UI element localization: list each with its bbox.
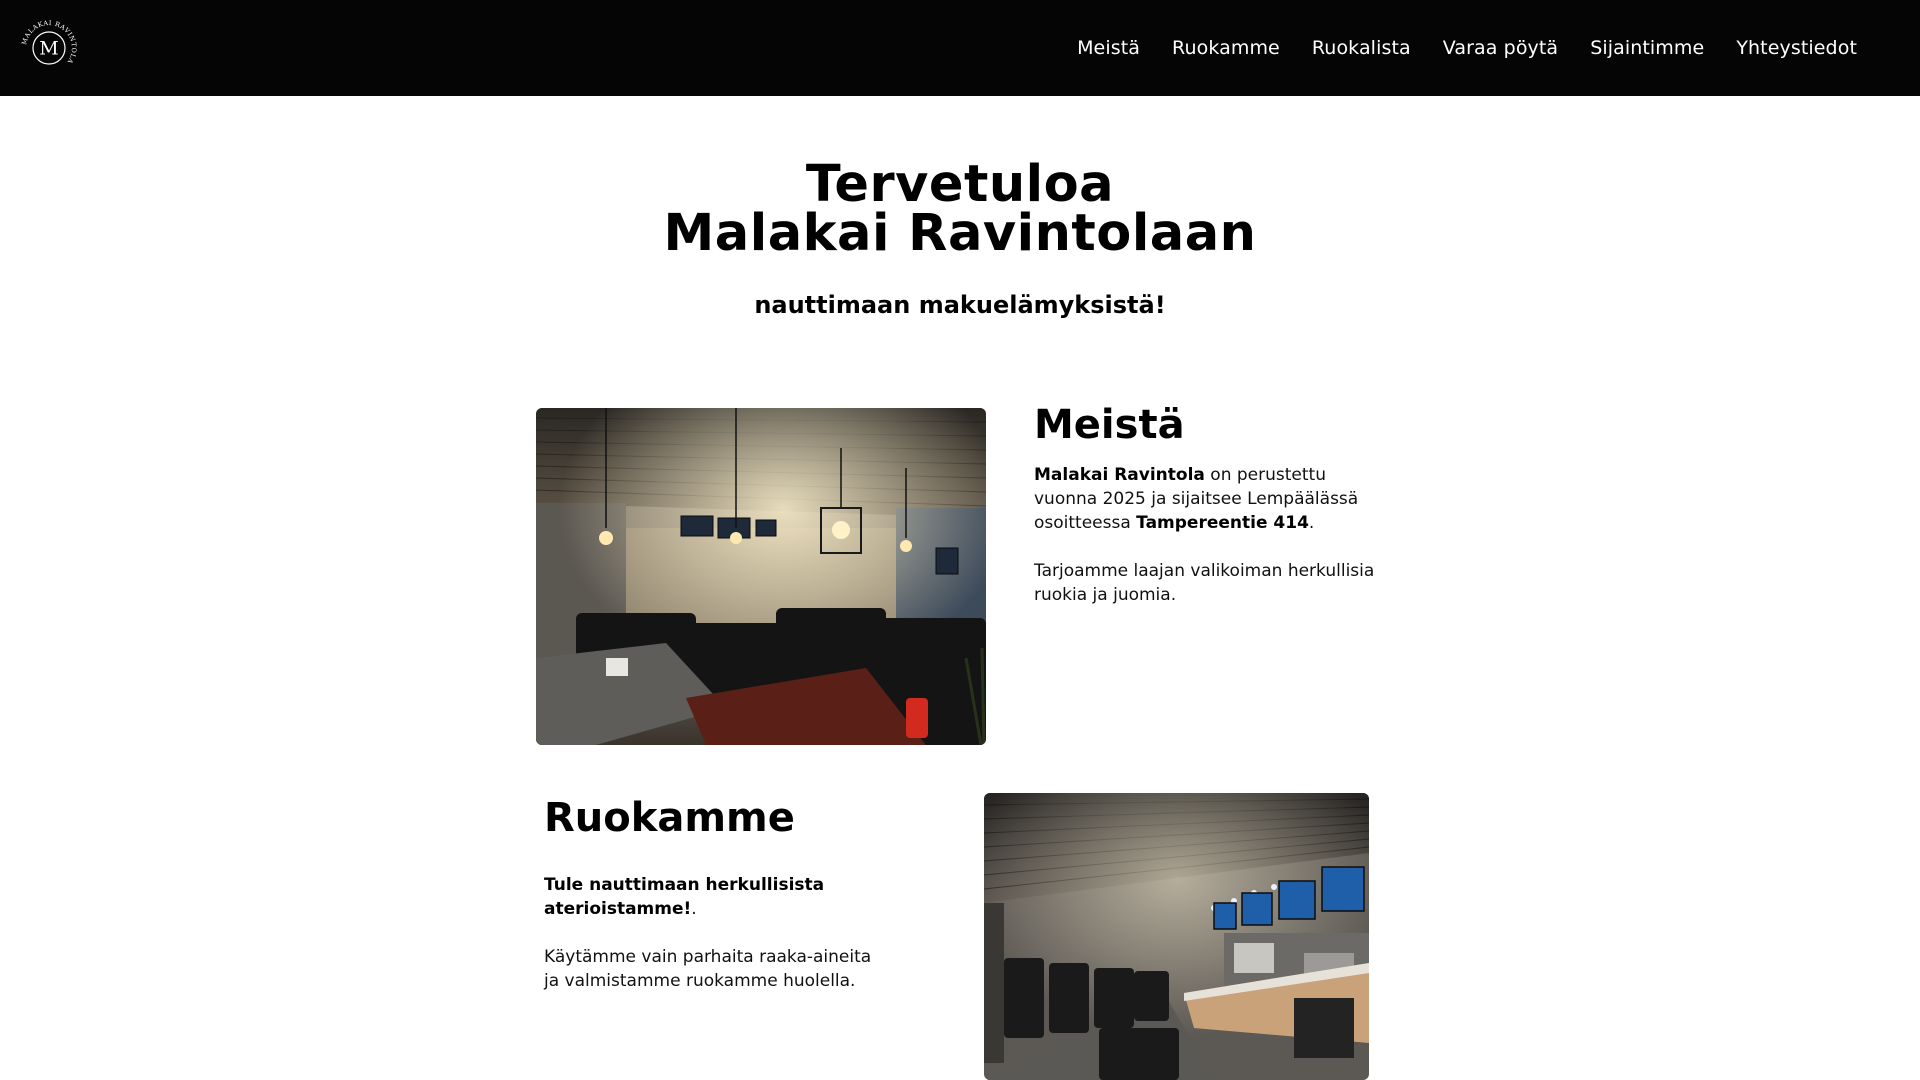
food-paragraph-1: Tule nauttimaan herkullisista aterioista… [544,875,825,919]
about-section-title: Meistä [1034,402,1185,448]
about-section-text: Malakai Ravintola on perustettu vuonna 2… [1034,463,1379,631]
restaurant-counter-kitchen-photo [984,793,1369,1080]
food-section-text: Tule nauttimaan herkullisista aterioista… [544,873,889,1017]
about-paragraph-1: Malakai Ravintola on perustettu vuonna 2… [1034,465,1359,533]
hero-title-line-2: Malakai Ravintolaan [663,204,1257,263]
nav-link-sijaintimme[interactable]: Sijaintimme [1590,37,1704,59]
nav-link-yhteystiedot[interactable]: Yhteystiedot [1736,37,1857,59]
svg-text:M: M [39,38,58,60]
malakai-logo-icon[interactable]: MALAKAI RAVINTOLA M [18,17,80,79]
nav-link-meista[interactable]: Meistä [1077,37,1140,59]
site-header: MALAKAI RAVINTOLA M Meistä Ruokamme Ruok… [0,0,1920,96]
food-section-title: Ruokamme [544,795,795,841]
food-paragraph-2: Käytämme vain parhaita raaka-aineita ja … [544,947,872,991]
hero-title-line-1: Tervetuloa [805,155,1115,214]
about-paragraph-2: Tarjoamme laajan valikoiman herkullisia … [1034,561,1375,605]
hero-subtitle: nauttimaan makuelämyksistä! [754,291,1166,319]
main-nav: Meistä Ruokamme Ruokalista Varaa pöytä S… [1077,0,1857,96]
nav-link-ruokalista[interactable]: Ruokalista [1312,37,1411,59]
restaurant-dining-room-photo [536,408,986,745]
hero-title: Tervetuloa Malakai Ravintolaan [0,155,1920,263]
nav-link-varaa-poyta[interactable]: Varaa pöytä [1443,37,1558,59]
nav-link-ruokamme[interactable]: Ruokamme [1172,37,1280,59]
